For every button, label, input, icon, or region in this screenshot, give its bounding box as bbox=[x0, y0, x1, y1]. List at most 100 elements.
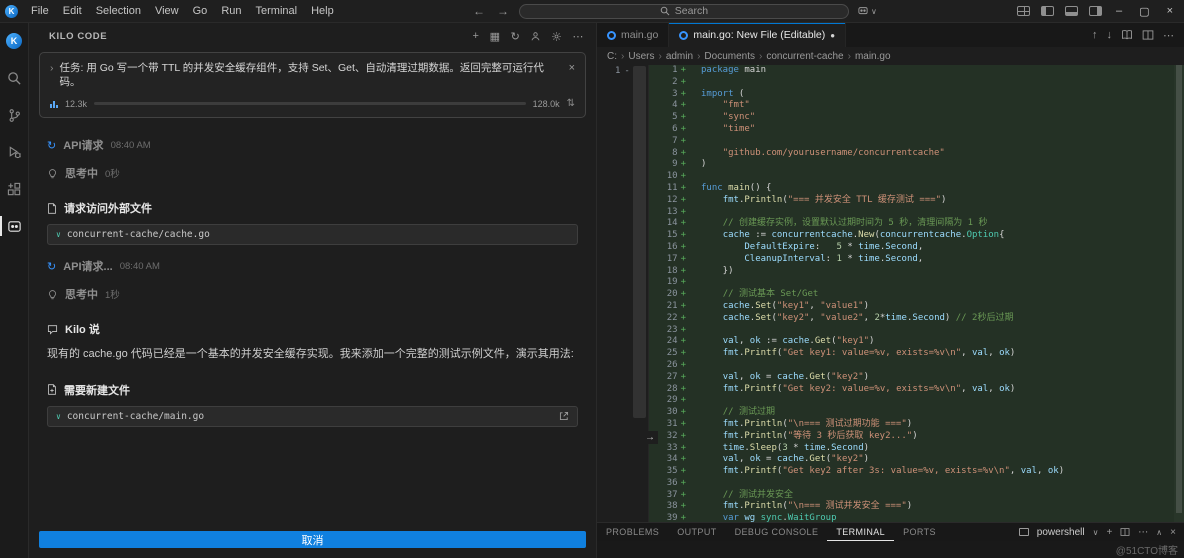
more-actions-icon[interactable]: ⋯ bbox=[1163, 29, 1174, 42]
diff-added-marker: + bbox=[680, 359, 686, 370]
activity-kilo-logo[interactable]: K bbox=[0, 30, 28, 52]
shell-label[interactable]: powershell bbox=[1037, 527, 1085, 538]
diff-next-change-icon[interactable]: → bbox=[642, 431, 658, 444]
thinking-duration: 0秒 bbox=[105, 169, 120, 181]
code-text: fmt.Println("\n=== 测试过期功能 ===") bbox=[722, 418, 913, 429]
customize-layout-icon[interactable] bbox=[1017, 6, 1031, 16]
panel-tab-terminal[interactable]: TERMINAL bbox=[827, 523, 894, 541]
thinking-duration: 1秒 bbox=[105, 290, 120, 302]
code-line: 12 + fmt.Println("=== 并发安全 TTL 缓存测试 ===") bbox=[649, 194, 1184, 207]
maximize-panel-icon[interactable]: ∧ bbox=[1156, 528, 1162, 537]
code-line: 13 + bbox=[649, 206, 1184, 219]
close-icon[interactable]: × bbox=[1164, 5, 1176, 17]
activity-kilo-code[interactable] bbox=[0, 215, 28, 237]
code-line: 1 + package main bbox=[649, 65, 1184, 77]
minimize-icon[interactable]: – bbox=[1113, 5, 1125, 17]
code-line: 10 + bbox=[649, 171, 1184, 183]
api-request-time: 08:40 AM bbox=[110, 139, 151, 151]
menu-item-edit[interactable]: Edit bbox=[56, 0, 89, 22]
activity-source-control[interactable] bbox=[0, 104, 28, 126]
code-text: fmt.Println("=== 并发安全 TTL 缓存测试 ===") bbox=[722, 194, 947, 205]
toggle-panel-icon[interactable] bbox=[1065, 6, 1079, 16]
context-progress-bar[interactable] bbox=[94, 102, 526, 106]
timeline-api-request[interactable]: ↻ API请求 08:40 AM bbox=[47, 137, 578, 153]
menu-item-terminal[interactable]: Terminal bbox=[249, 0, 305, 22]
split-terminal-icon[interactable] bbox=[1120, 527, 1130, 537]
menu-item-selection[interactable]: Selection bbox=[89, 0, 148, 22]
chevron-down-icon[interactable]: ∨ bbox=[1093, 528, 1099, 537]
external-link-icon[interactable] bbox=[559, 411, 569, 421]
panel-tab-problems[interactable]: PROBLEMS bbox=[597, 523, 668, 541]
profile-icon[interactable] bbox=[530, 31, 541, 42]
task-card[interactable]: › 任务: 用 Go 写一个带 TTL 的并发安全缓存组件，支持 Set、Get… bbox=[39, 52, 586, 119]
file-path-box[interactable]: ∨ concurrent-cache/cache.go bbox=[47, 224, 578, 246]
thinking-label: 思考中 bbox=[65, 168, 98, 181]
command-search-box[interactable]: Search bbox=[518, 3, 849, 19]
menu-item-go[interactable]: Go bbox=[186, 0, 215, 22]
editor-scrollbar[interactable] bbox=[1174, 65, 1184, 522]
panel-tab-output[interactable]: OUTPUT bbox=[668, 523, 725, 541]
activity-search[interactable] bbox=[0, 67, 28, 89]
watermark: @51CTO博客 bbox=[1115, 546, 1178, 557]
timeline-thinking[interactable]: 思考中 0秒 bbox=[47, 165, 578, 181]
task-close-icon[interactable]: × bbox=[569, 61, 575, 89]
maximize-icon[interactable]: ▢ bbox=[1136, 5, 1152, 18]
diff-added-marker: + bbox=[680, 88, 686, 99]
chevron-right-icon[interactable]: › bbox=[50, 61, 54, 89]
app-logo-icon: K bbox=[5, 4, 18, 18]
breadcrumb-item[interactable]: Documents bbox=[704, 51, 755, 62]
history-icon[interactable]: ↻ bbox=[511, 30, 521, 43]
new-terminal-icon[interactable]: + bbox=[1106, 527, 1112, 538]
code-text: "sync" bbox=[722, 112, 756, 123]
search-icon bbox=[660, 6, 670, 16]
line-number: 17 + bbox=[666, 253, 686, 264]
activity-run-debug[interactable] bbox=[0, 141, 28, 163]
chat-icon bbox=[47, 324, 58, 335]
menu-item-view[interactable]: View bbox=[148, 0, 186, 22]
editor-tab[interactable]: main.go bbox=[597, 23, 670, 47]
more-actions-icon[interactable]: ⋯ bbox=[572, 30, 584, 43]
editor-tab[interactable]: main.go: New File (Editable) ● bbox=[669, 23, 847, 47]
breadcrumb-item[interactable]: admin bbox=[666, 51, 693, 62]
line-number: 39 + bbox=[649, 513, 695, 522]
line-number: 26 + bbox=[666, 359, 686, 370]
copilot-menu-icon[interactable]: ∨ bbox=[857, 5, 877, 17]
menu-item-help[interactable]: Help bbox=[304, 0, 341, 22]
toggle-sidebar-icon[interactable] bbox=[1041, 6, 1055, 16]
settings-icon[interactable] bbox=[551, 31, 562, 42]
scrollbar-thumb[interactable] bbox=[1176, 65, 1182, 513]
diff-original-pane[interactable]: 1 - bbox=[597, 65, 649, 522]
line-number: 31 + bbox=[666, 418, 686, 429]
cancel-button[interactable]: 取消 bbox=[39, 531, 586, 548]
forward-icon[interactable]: → bbox=[495, 4, 511, 18]
toggle-secondary-sidebar-icon[interactable] bbox=[1089, 6, 1103, 16]
next-change-icon[interactable]: ↓ bbox=[1107, 29, 1113, 41]
activity-extensions[interactable] bbox=[0, 178, 28, 200]
breadcrumb-item[interactable]: C: bbox=[607, 51, 617, 62]
file-path-box[interactable]: ∨ concurrent-cache/main.go bbox=[47, 405, 578, 427]
back-icon[interactable]: ← bbox=[471, 4, 487, 18]
timeline-thinking[interactable]: 思考中 1秒 bbox=[47, 286, 578, 302]
timeline-api-request[interactable]: ↻ API请求... 08:40 AM bbox=[47, 258, 578, 274]
breadcrumb-item[interactable]: concurrent-cache bbox=[766, 51, 843, 62]
line-number: 20 + bbox=[666, 289, 686, 300]
diff-modified-pane[interactable]: 1 + package main 2 +3 + import (4 + "fmt" 5 + "sy… bbox=[649, 65, 1184, 522]
marketplace-icon[interactable]: ▦ bbox=[490, 30, 501, 43]
new-task-icon[interactable]: + bbox=[473, 30, 480, 42]
close-panel-icon[interactable]: × bbox=[1170, 527, 1176, 538]
menu-item-run[interactable]: Run bbox=[214, 0, 248, 22]
panel-more-icon[interactable]: ⋯ bbox=[1138, 527, 1148, 538]
menu-item-file[interactable]: File bbox=[24, 0, 56, 22]
code-line: 34 + val, ok = cache.Get("key2") bbox=[649, 454, 1184, 467]
open-preview-icon[interactable] bbox=[1121, 29, 1133, 41]
split-editor-icon[interactable] bbox=[1142, 29, 1154, 41]
panel-tab-debug-console[interactable]: DEBUG CONSOLE bbox=[726, 523, 828, 541]
terminal-icon bbox=[1018, 528, 1029, 536]
section-label: 需要新建文件 bbox=[64, 384, 130, 397]
breadcrumb-item[interactable]: main.go bbox=[855, 51, 891, 62]
minimap-slider[interactable] bbox=[633, 66, 646, 418]
breadcrumb-item[interactable]: Users bbox=[628, 51, 654, 62]
panel-tab-ports[interactable]: PORTS bbox=[894, 523, 945, 541]
prev-change-icon[interactable]: ↑ bbox=[1092, 29, 1098, 41]
